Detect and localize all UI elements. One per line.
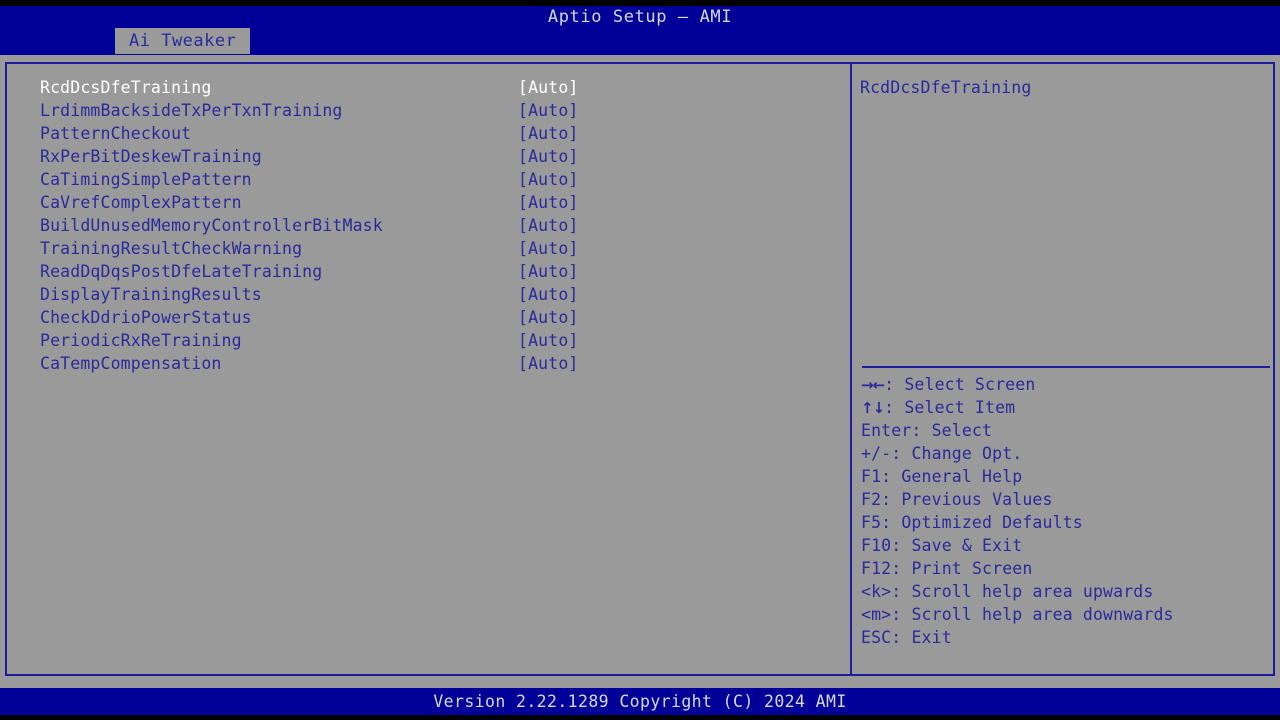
legend-row: +/-: Change Opt. [861, 442, 1273, 465]
legend-action: General Help [901, 467, 1023, 486]
bios-setup-screen: Aptio Setup – AMI Ai Tweaker RcdDcsDfeTr… [0, 0, 1280, 720]
legend-row: <m>: Scroll help area downwards [861, 603, 1273, 626]
settings-list: RcdDcsDfeTraining [Auto] LrdimmBacksideTxP… [40, 76, 830, 375]
legend-key: ESC [861, 628, 892, 647]
bottom-black-strip [0, 715, 1280, 720]
legend-separator: : [911, 421, 932, 440]
setting-row[interactable]: CheckDdrioPowerStatus [Auto] [40, 306, 830, 329]
setting-label: TrainingResultCheckWarning [40, 239, 303, 258]
help-panel: RcdDcsDfeTraining →←: Select Screen ↑↓: S… [860, 64, 1273, 674]
setting-value[interactable]: [Auto] [518, 260, 579, 283]
legend-separator: : [884, 398, 905, 417]
setting-label: PeriodicRxReTraining [40, 331, 242, 350]
legend-row: ESC: Exit [861, 626, 1273, 649]
legend-action: Previous Values [901, 490, 1053, 509]
legend-row: →←: Select Screen [861, 373, 1273, 396]
setting-label: RcdDcsDfeTraining [40, 78, 212, 97]
legend-key: F1 [861, 467, 882, 486]
setting-row[interactable]: CaTempCompensation [Auto] [40, 352, 830, 375]
legend-separator: : [881, 490, 902, 509]
keyboard-legend: →←: Select Screen ↑↓: Select Item Enter: S… [861, 373, 1273, 649]
legend-separator: : [891, 444, 912, 463]
legend-action: Select Screen [904, 375, 1036, 394]
legend-action: Print Screen [911, 559, 1033, 578]
legend-action: Optimized Defaults [901, 513, 1083, 532]
setting-label: DisplayTrainingResults [40, 285, 262, 304]
setting-value[interactable]: [Auto] [518, 237, 579, 260]
setting-row[interactable]: RcdDcsDfeTraining [Auto] [40, 76, 830, 99]
panel-vertical-divider [850, 64, 852, 674]
setting-label: PatternCheckout [40, 124, 192, 143]
legend-action: Save & Exit [911, 536, 1023, 555]
legend-key: F10 [861, 536, 892, 555]
setting-value[interactable]: [Auto] [518, 145, 579, 168]
setting-row[interactable]: CaTimingSimplePattern [Auto] [40, 168, 830, 191]
legend-separator: : [891, 536, 912, 555]
legend-arrow-icon: →← [861, 376, 885, 394]
legend-action: Scroll help area downwards [911, 605, 1174, 624]
legend-separator: : [891, 605, 912, 624]
setting-row[interactable]: RxPerBitDeskewTraining [Auto] [40, 145, 830, 168]
setting-label: CaTempCompensation [40, 354, 222, 373]
tab-ai-tweaker[interactable]: Ai Tweaker [115, 28, 251, 54]
legend-separator: : [881, 513, 902, 532]
setting-label: CheckDdrioPowerStatus [40, 308, 252, 327]
setting-row[interactable]: LrdimmBacksideTxPerTxnTraining [Auto] [40, 99, 830, 122]
help-description: RcdDcsDfeTraining [860, 78, 1032, 97]
content-panel: RcdDcsDfeTraining [Auto] LrdimmBacksideTxP… [5, 62, 1275, 676]
version-text: Version 2.22.1289 Copyright (C) 2024 AMI [433, 692, 847, 711]
setting-row[interactable]: BuildUnusedMemoryControllerBitMask [Auto] [40, 214, 830, 237]
legend-row: F12: Print Screen [861, 557, 1273, 580]
setting-value[interactable]: [Auto] [518, 191, 579, 214]
setting-row[interactable]: DisplayTrainingResults [Auto] [40, 283, 830, 306]
legend-action: Select [931, 421, 993, 440]
setting-label: ReadDqDqsPostDfeLateTraining [40, 262, 323, 281]
legend-row: <k>: Scroll help area upwards [861, 580, 1273, 603]
setting-value[interactable]: [Auto] [518, 329, 579, 352]
setting-value[interactable]: [Auto] [518, 352, 579, 375]
setting-label: CaTimingSimplePattern [40, 170, 252, 189]
legend-action: Scroll help area upwards [911, 582, 1154, 601]
legend-key: <m> [861, 605, 892, 624]
legend-key: F12 [861, 559, 892, 578]
legend-separator: : [891, 628, 912, 647]
setting-row[interactable]: TrainingResultCheckWarning [Auto] [40, 237, 830, 260]
legend-row: F10: Save & Exit [861, 534, 1273, 557]
setting-value[interactable]: [Auto] [518, 214, 579, 237]
setting-label: BuildUnusedMemoryControllerBitMask [40, 216, 383, 235]
legend-key: F2 [861, 490, 882, 509]
legend-arrow-icon: ↑↓ [861, 399, 885, 417]
legend-action: Change Opt. [911, 444, 1023, 463]
setting-value[interactable]: [Auto] [518, 283, 579, 306]
legend-row: ↑↓: Select Item [861, 396, 1273, 419]
legend-row: F1: General Help [861, 465, 1273, 488]
legend-key: +/- [861, 444, 892, 463]
legend-separator: : [884, 375, 905, 394]
help-divider [862, 366, 1270, 368]
legend-action: Exit [911, 628, 952, 647]
legend-separator: : [891, 559, 912, 578]
setting-label: RxPerBitDeskewTraining [40, 147, 262, 166]
legend-row: F2: Previous Values [861, 488, 1273, 511]
legend-separator: : [891, 582, 912, 601]
legend-row: F5: Optimized Defaults [861, 511, 1273, 534]
legend-action: Select Item [904, 398, 1016, 417]
legend-row: Enter: Select [861, 419, 1273, 442]
setting-row[interactable]: ReadDqDqsPostDfeLateTraining [Auto] [40, 260, 830, 283]
setting-value[interactable]: [Auto] [518, 122, 579, 145]
setting-value[interactable]: [Auto] [518, 306, 579, 329]
setting-label: LrdimmBacksideTxPerTxnTraining [40, 101, 343, 120]
legend-key: Enter [861, 421, 912, 440]
setting-label: CaVrefComplexPattern [40, 193, 242, 212]
setting-row[interactable]: PatternCheckout [Auto] [40, 122, 830, 145]
setting-value[interactable]: [Auto] [518, 99, 579, 122]
legend-key: <k> [861, 582, 892, 601]
legend-key: F5 [861, 513, 882, 532]
setting-value[interactable]: [Auto] [518, 168, 579, 191]
setting-row[interactable]: CaVrefComplexPattern [Auto] [40, 191, 830, 214]
setting-value[interactable]: [Auto] [518, 76, 579, 99]
setting-row[interactable]: PeriodicRxReTraining [Auto] [40, 329, 830, 352]
legend-separator: : [881, 467, 902, 486]
page-title: Aptio Setup – AMI [547, 7, 733, 27]
